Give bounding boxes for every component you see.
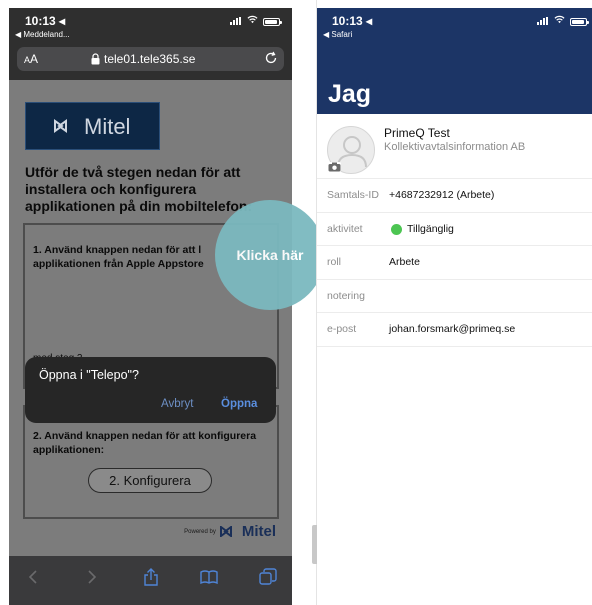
app-phone-screen: 10:13 ◂ ◀ Safari Jag PrimeQ Test Kollekt… [317,8,592,605]
back-to-app-link[interactable]: ◀ Meddeland... [15,30,70,39]
camera-icon[interactable] [328,162,341,172]
profile-name: PrimeQ Test [384,126,450,140]
field-value: Tillgänglig [407,222,454,235]
address-bar[interactable]: AA tele01.tele365.se [17,47,284,71]
app-header: 10:13 ◂ ◀ Safari Jag [317,8,592,114]
field-label: e-post [327,323,357,335]
mitel-logo-text: Mitel [84,114,131,139]
field-label: aktivitet [327,222,363,235]
reload-icon[interactable] [264,51,278,65]
field-value: Arbete [389,256,420,268]
back-arrow-icon[interactable] [25,568,43,586]
share-icon[interactable] [142,568,160,586]
wifi-icon [554,15,565,24]
step-1-text: 1. Använd knappen nedan för att l applik… [33,244,204,270]
field-row-notering[interactable]: notering [317,278,592,313]
status-time: 10:13 ◂ [25,14,66,28]
mitel-logo-icon [54,119,67,133]
field-label: Samtals-ID [327,189,379,201]
status-bar: 10:13 ◂ ◀ Meddeland... [9,8,292,44]
back-to-safari-link[interactable]: ◀ Safari [323,30,352,39]
safari-phone-screen: 10:13 ◂ ◀ Meddeland... AA tele01.tele365… [9,8,292,605]
profile-fields: Samtals-ID +4687232912 (Arbete) aktivite… [317,178,592,347]
field-label: notering [327,289,365,302]
forward-arrow-icon[interactable] [82,568,100,586]
mitel-footer-logo-text: Mitel [241,523,276,540]
page-title: Jag [328,80,372,108]
field-row-aktivitet[interactable]: aktivitet Tillgänglig [317,211,592,246]
status-available-icon [391,223,402,235]
bookmarks-icon[interactable] [200,568,218,586]
dialog-cancel-button[interactable]: Avbryt [161,398,193,410]
web-page-content: Mitel Utför de två stegen nedan för att … [9,80,292,556]
field-value: johan.forsmark@primeq.se [389,323,516,335]
screenshot-root: { "left": { "status": { "time": "10:13 ◂… [0,0,592,605]
cellular-signal-icon [537,17,548,25]
powered-by-footer: Powered by Mitel [184,523,276,540]
battery-icon [570,18,589,26]
mitel-logo-banner: Mitel [25,102,160,150]
row-divider [317,345,592,347]
address-bar-area: AA tele01.tele365.se [9,44,292,80]
field-row-e-post[interactable]: e-post johan.forsmark@primeq.se [317,312,592,346]
url-host: tele01.tele365.se [104,52,196,66]
field-value: +4687232912 (Arbete) [389,189,495,201]
reader-text-size-button[interactable]: AA [24,52,38,66]
mitel-footer-logo-icon [219,526,232,537]
open-in-app-dialog: Öppna i "Telepo"? Avbryt Öppna [25,357,276,423]
configure-button[interactable]: 2. Konfigurera [88,468,212,493]
lock-icon [91,53,100,65]
step-2-text: 2. Använd knappen nedan för att konfigur… [33,430,257,456]
dialog-open-button[interactable]: Öppna [221,398,257,410]
click-here-callout: Klicka här [215,200,325,310]
dialog-question: Öppna i "Telepo"? [39,368,139,382]
field-row-roll[interactable]: roll Arbete [317,245,592,279]
wifi-icon [247,15,258,24]
profile-header: PrimeQ Test Kollektivavtalsinformation A… [317,114,592,182]
status-time: 10:13 ◂ [332,14,373,28]
battery-icon [263,18,282,26]
field-label: roll [327,256,342,268]
cellular-signal-icon [230,17,241,25]
powered-by-text: Powered by [184,528,216,535]
profile-organization: Kollektivavtalsinformation AB [384,141,526,153]
tabs-icon[interactable] [259,568,277,586]
safari-toolbar [9,556,292,605]
field-row-samtals-id[interactable]: Samtals-ID +4687232912 (Arbete) [317,178,592,212]
